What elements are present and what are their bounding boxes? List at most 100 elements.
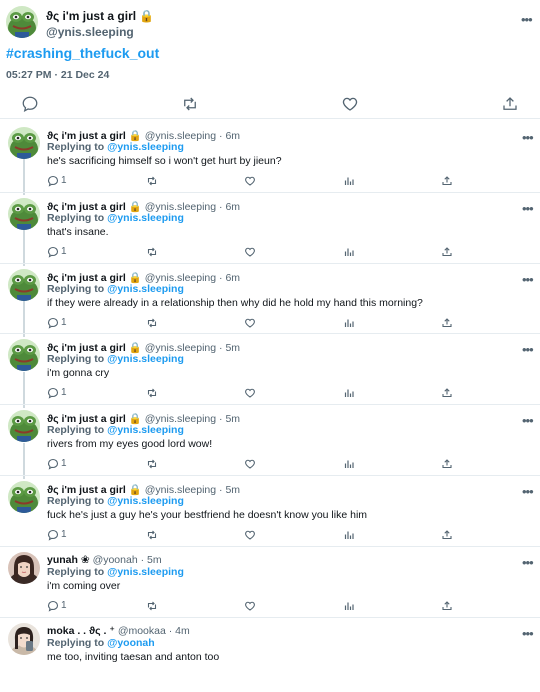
replying-to-label: Replying to — [47, 424, 108, 437]
reply-text: fuck he's just a guy he's your bestfrien… — [47, 509, 368, 521]
replying-to-label: Replying to — [47, 282, 108, 295]
views-icon[interactable] — [343, 175, 355, 187]
share-icon[interactable] — [441, 317, 453, 329]
reply-text: me too, inviting taesan and anton too — [47, 650, 220, 663]
more-options-icon[interactable]: ••• — [522, 485, 534, 498]
divider — [0, 475, 540, 476]
moka-photo-avatar[interactable] — [8, 622, 40, 655]
handle[interactable]: @ynis.sleeping — [46, 25, 134, 39]
reply-icon[interactable] — [47, 317, 59, 329]
reply-count: 1 — [61, 316, 67, 328]
reply-action-bar: 1 — [0, 175, 540, 189]
reply-display-name[interactable]: moka . . ϑς . ⁺ — [47, 625, 115, 637]
hashtag-link[interactable]: #crashing_thefuck_out — [6, 45, 159, 61]
like-icon[interactable] — [341, 95, 359, 113]
more-options-icon[interactable]: ••• — [522, 343, 534, 356]
replying-to-label: Replying to — [47, 565, 108, 578]
share-icon[interactable] — [441, 600, 453, 612]
share-icon[interactable] — [441, 458, 453, 470]
share-icon[interactable] — [441, 246, 453, 258]
replying-to: Replying to @ynis.sleeping — [47, 283, 184, 295]
views-icon[interactable] — [343, 600, 355, 612]
like-icon[interactable] — [244, 175, 256, 187]
replying-to-link[interactable]: @ynis.sleeping — [107, 212, 184, 224]
replying-to-link[interactable]: @ynis.sleeping — [107, 141, 184, 153]
frog-avatar[interactable] — [8, 410, 40, 443]
retweet-icon[interactable] — [146, 600, 158, 612]
reply-icon[interactable] — [47, 458, 59, 470]
reply-tweet: ϑς i'm just a girl 🔒 @ynis.sleeping · 6m… — [0, 267, 540, 338]
views-icon[interactable] — [343, 387, 355, 399]
frog-avatar[interactable] — [6, 6, 38, 38]
reply-text: rivers from my eyes good lord wow! — [47, 438, 213, 451]
replying-to-link[interactable]: @ynis.sleeping — [107, 424, 184, 436]
retweet-icon[interactable] — [181, 95, 199, 113]
more-options-icon[interactable]: ••• — [522, 273, 534, 286]
replying-to: Replying to @ynis.sleeping — [47, 353, 184, 365]
reply-count: 1 — [61, 175, 67, 186]
timestamp[interactable]: 05:27 PM · 21 Dec 24 — [6, 69, 109, 81]
more-options-icon[interactable]: ••• — [521, 13, 533, 26]
reply-action-bar: 1 — [0, 246, 540, 260]
like-icon[interactable] — [244, 600, 256, 612]
reply-icon[interactable] — [47, 246, 59, 258]
replying-to-label: Replying to — [47, 211, 108, 224]
share-icon[interactable] — [441, 387, 453, 399]
like-icon[interactable] — [244, 246, 256, 258]
more-options-icon[interactable]: ••• — [522, 202, 534, 215]
replying-to-link[interactable]: @ynis.sleeping — [107, 566, 184, 578]
replying-to: Replying to @ynis.sleeping — [47, 141, 184, 153]
views-icon[interactable] — [343, 317, 355, 329]
reply-text: i'm gonna cry — [47, 367, 110, 380]
share-icon[interactable] — [441, 529, 453, 541]
replying-to-link[interactable]: @ynis.sleeping — [107, 495, 184, 507]
display-name[interactable]: ϑς i'm just a girl 🔒 — [46, 9, 154, 23]
views-icon[interactable] — [343, 246, 355, 258]
more-options-icon[interactable]: ••• — [522, 556, 534, 569]
reply-count: 1 — [61, 387, 67, 399]
retweet-icon[interactable] — [146, 387, 158, 399]
views-icon[interactable] — [343, 529, 355, 541]
frog-avatar[interactable] — [8, 268, 40, 301]
retweet-icon[interactable] — [146, 458, 158, 470]
reply-text: i'm coming over — [47, 579, 121, 592]
like-icon[interactable] — [244, 458, 256, 470]
replying-to-label: Replying to — [47, 495, 108, 507]
reply-action-bar: 1 — [0, 600, 540, 614]
frog-avatar[interactable] — [8, 127, 40, 159]
reply-icon[interactable] — [47, 387, 59, 399]
share-icon[interactable] — [441, 175, 453, 187]
more-options-icon[interactable]: ••• — [522, 627, 534, 640]
reply-icon[interactable] — [47, 600, 59, 612]
main-tweet: ϑς i'm just a girl 🔒 @ynis.sleeping ••• … — [0, 0, 540, 118]
reply-display-name[interactable]: yunah ❀ — [47, 554, 90, 566]
frog-avatar[interactable] — [8, 197, 40, 230]
reply-action-bar: 1 — [0, 317, 540, 331]
more-options-icon[interactable]: ••• — [522, 131, 534, 144]
reply-icon[interactable] — [47, 529, 59, 541]
replying-to-link[interactable]: @ynis.sleeping — [107, 353, 184, 365]
like-icon[interactable] — [244, 317, 256, 329]
views-icon[interactable] — [343, 458, 355, 470]
replying-to-link[interactable]: @ynis.sleeping — [107, 283, 184, 295]
retweet-icon[interactable] — [146, 317, 158, 329]
retweet-icon[interactable] — [146, 175, 158, 187]
like-icon[interactable] — [244, 387, 256, 399]
reply-icon[interactable] — [21, 95, 39, 113]
reply-header: moka . . ϑς . ⁺ @mookaa · 4m — [47, 625, 190, 637]
retweet-icon[interactable] — [146, 246, 158, 258]
share-icon[interactable] — [501, 95, 519, 113]
reply-handle-time[interactable]: @yoonah · 5m — [93, 554, 162, 566]
reply-tweet: ϑς i'm just a girl 🔒 @ynis.sleeping · 5m… — [0, 479, 540, 550]
frog-avatar[interactable] — [8, 339, 40, 372]
like-icon[interactable] — [244, 529, 256, 541]
reply-handle-time[interactable]: @mookaa · 4m — [118, 625, 190, 637]
frog-avatar[interactable] — [8, 481, 40, 513]
replying-to-link[interactable]: @yoonah — [107, 637, 155, 649]
reply-icon[interactable] — [47, 175, 59, 187]
yunah-photo-avatar[interactable] — [8, 551, 40, 584]
reply-tweet: ϑς i'm just a girl 🔒 @ynis.sleeping · 5m… — [0, 408, 540, 479]
reply-text: he's sacrificing himself so i won't get … — [47, 155, 282, 167]
retweet-icon[interactable] — [146, 529, 158, 541]
more-options-icon[interactable]: ••• — [522, 414, 534, 427]
